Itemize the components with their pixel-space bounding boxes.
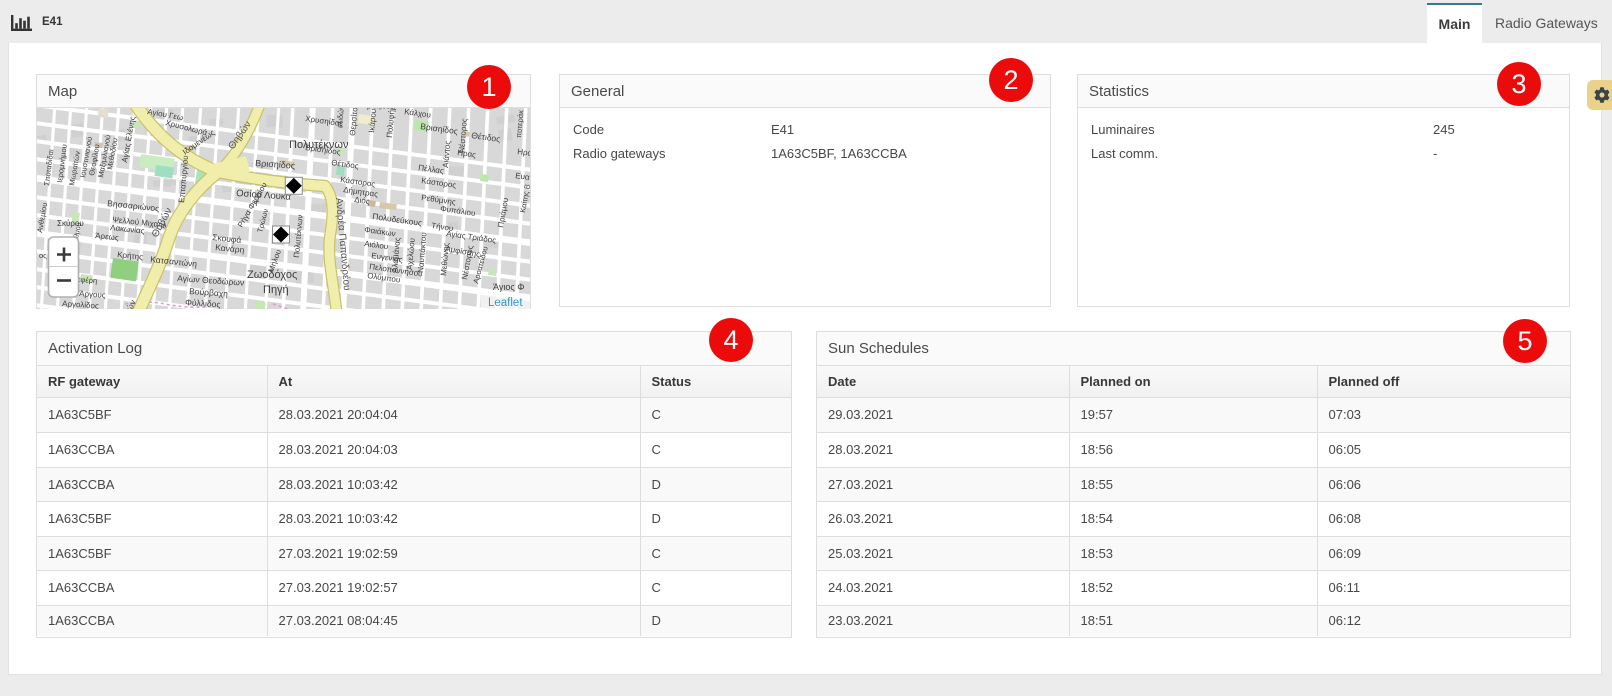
- svg-text:ος: ος: [39, 251, 47, 260]
- svg-text:Πηγή: Πηγή: [263, 284, 289, 296]
- svg-text:Αργολίδος: Αργολίδος: [62, 299, 99, 309]
- svg-text:Φύλλιδος: Φύλλιδος: [185, 297, 221, 309]
- svg-text:Άργους: Άργους: [79, 289, 106, 300]
- svg-text:Leaflet: Leaflet: [488, 297, 523, 309]
- svg-text:Τ: Τ: [254, 199, 259, 208]
- svg-text:Άγιος Φ: Άγιος Φ: [493, 282, 524, 292]
